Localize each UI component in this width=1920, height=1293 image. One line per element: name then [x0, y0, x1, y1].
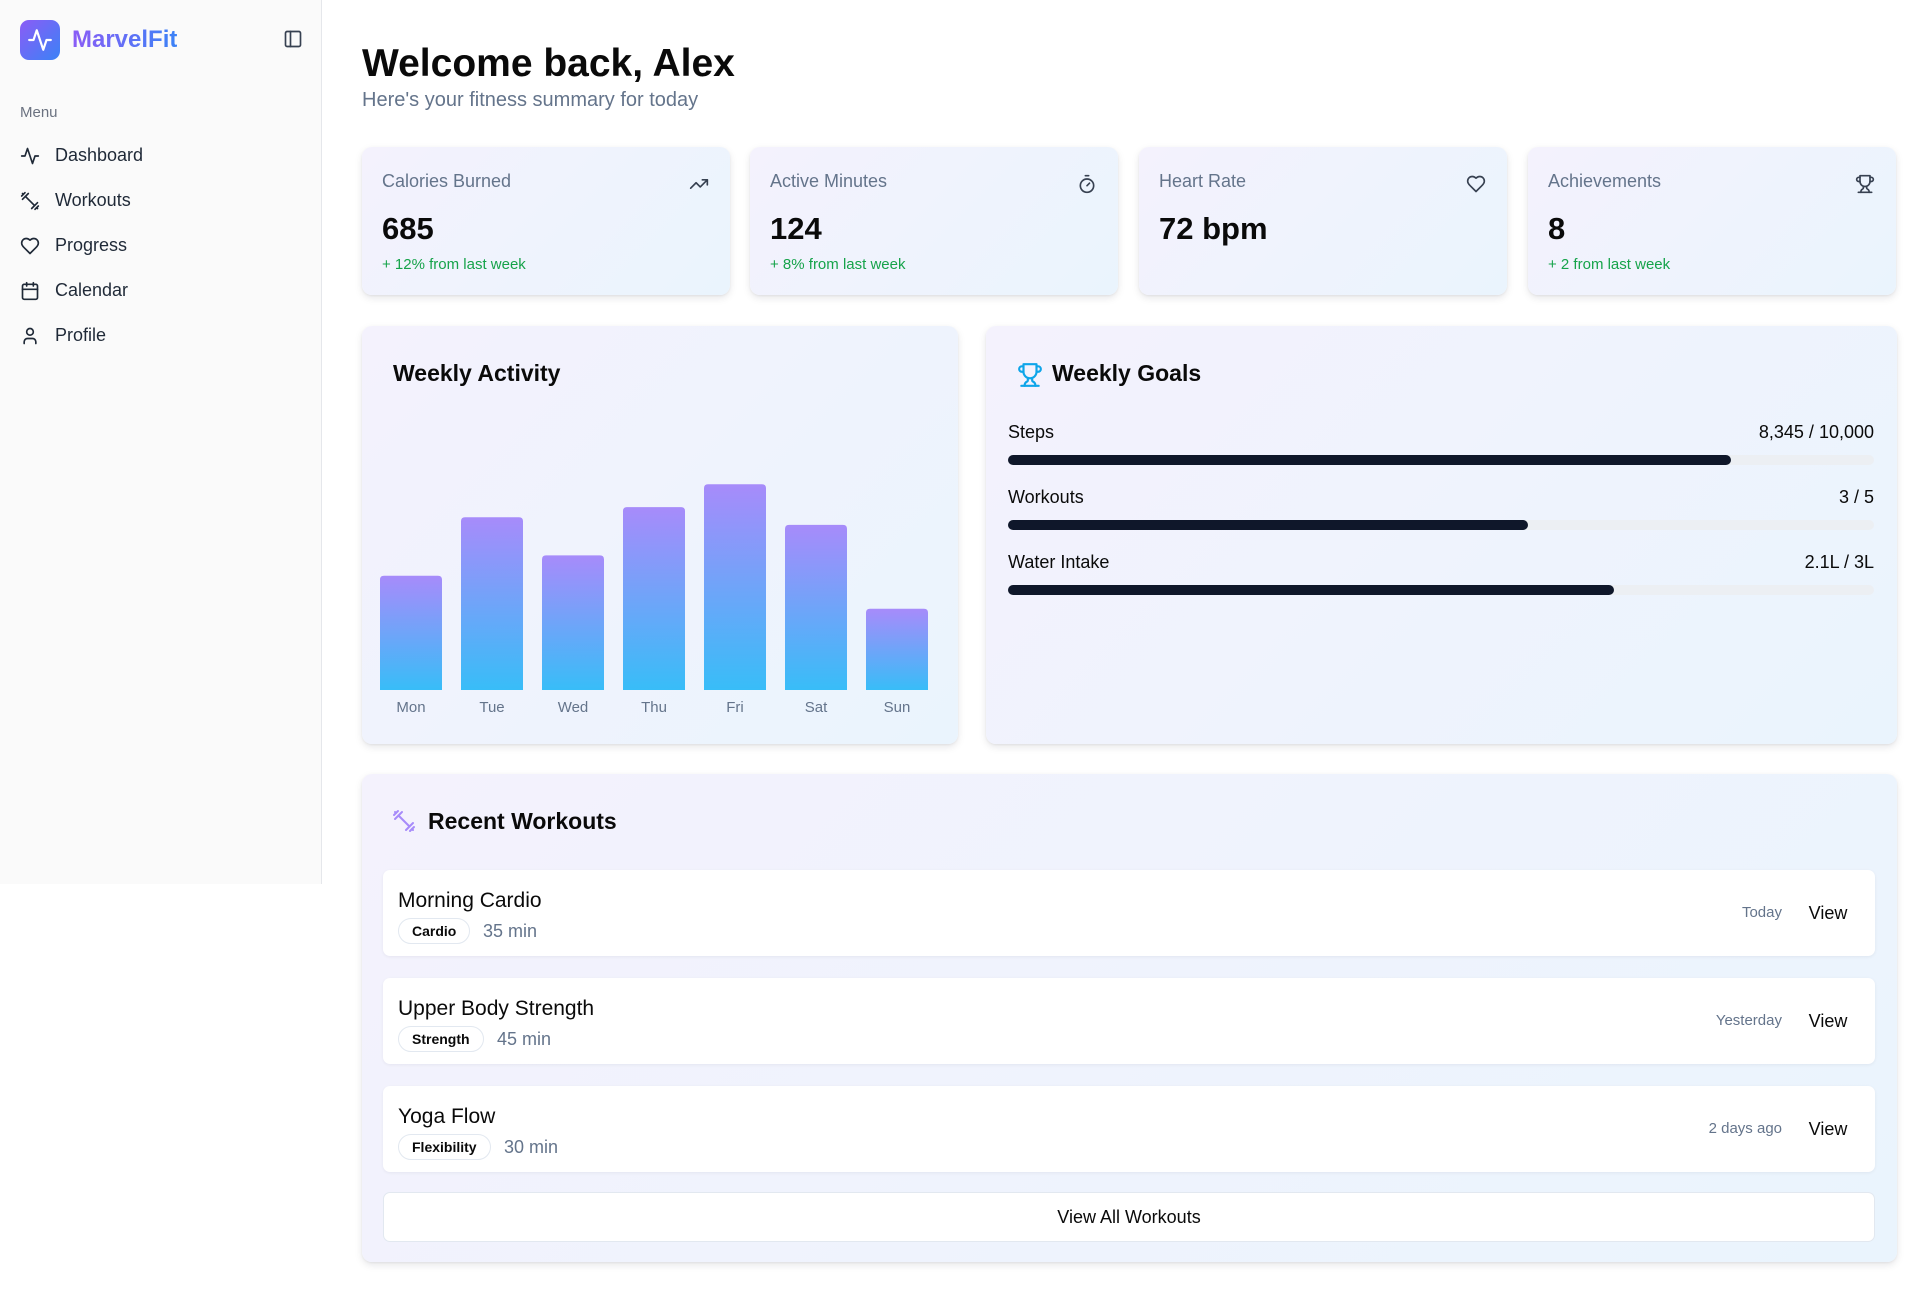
- stat-title: Calories Burned: [382, 171, 512, 191]
- chart-bar-wed: [542, 555, 604, 690]
- workout-name: Upper Body Strength: [398, 997, 595, 1020]
- chart-x-label: Tue: [479, 699, 504, 716]
- stat-delta: + 12% from last week: [382, 256, 526, 273]
- chart-x-label: Fri: [726, 699, 744, 716]
- goal-value: 2.1L / 3L: [1804, 552, 1874, 572]
- stat-card-active-minutes: Active Minutes 124 + 8% from last week: [750, 147, 1118, 295]
- sidebar-item-progress[interactable]: Progress: [20, 223, 300, 268]
- chart-bar-sun: [866, 608, 928, 690]
- activity-pulse-icon: [20, 20, 60, 60]
- dumbbell-icon: [20, 191, 40, 211]
- activity-icon: [20, 146, 40, 166]
- sidebar-item-label: Dashboard: [55, 145, 144, 165]
- sidebar: MarvelFit Menu Dashboard Workouts Progre…: [0, 0, 322, 884]
- workout-type-badge: Strength: [398, 1026, 484, 1052]
- chart-x-labels: Mon Tue Wed Thu Fri Sat Sun: [396, 699, 910, 716]
- chart-bar-tue: [461, 517, 523, 690]
- sidebar-item-label: Profile: [55, 325, 107, 345]
- timer-icon: [1076, 173, 1098, 195]
- goal-value: 8,345 / 10,000: [1758, 422, 1874, 442]
- sidebar-item-label: Calendar: [55, 280, 129, 300]
- workout-row[interactable]: Morning Cardio Cardio 35 min Today View: [383, 870, 1875, 956]
- goal-progress-track: [1008, 520, 1874, 530]
- dumbbell-icon: [391, 808, 417, 834]
- stat-title: Heart Rate: [1159, 171, 1247, 191]
- stat-value: 72 bpm: [1159, 211, 1268, 246]
- goal-label: Workouts: [1008, 487, 1084, 507]
- view-workout-button[interactable]: View: [1796, 895, 1860, 931]
- workout-row[interactable]: Yoga Flow Flexibility 30 min 2 days ago …: [383, 1086, 1875, 1172]
- stat-value: 124: [770, 211, 822, 246]
- sidebar-item-workouts[interactable]: Workouts: [20, 178, 300, 223]
- stat-delta: + 2 from last week: [1548, 256, 1671, 273]
- recent-workouts-title: Recent Workouts: [428, 808, 617, 834]
- workout-name: Morning Cardio: [398, 889, 542, 912]
- goal-label: Steps: [1008, 422, 1055, 442]
- sidebar-item-calendar[interactable]: Calendar: [20, 268, 300, 313]
- goal-progress-track: [1008, 455, 1874, 465]
- chart-bar-fri: [704, 484, 766, 690]
- user-icon: [20, 326, 40, 346]
- weekly-goals-title: Weekly Goals: [1052, 360, 1202, 386]
- goal-progress-fill: [1008, 455, 1731, 465]
- chart-x-label: Wed: [558, 699, 589, 716]
- chart-x-label: Mon: [396, 699, 425, 716]
- view-workout-button[interactable]: View: [1796, 1111, 1860, 1147]
- stat-card-heart-rate: Heart Rate 72 bpm: [1139, 147, 1507, 295]
- calendar-icon: [20, 281, 40, 301]
- stat-value: 685: [382, 211, 434, 246]
- trophy-icon: [1016, 361, 1044, 389]
- heart-icon: [1465, 173, 1487, 195]
- brand[interactable]: MarvelFit: [20, 20, 177, 60]
- workout-date: Yesterday: [1715, 1012, 1782, 1029]
- weekly-goals-card: Weekly Goals Steps 8,345 / 10,000 Workou…: [986, 326, 1897, 744]
- trophy-icon: [1854, 173, 1876, 195]
- workout-type-badge: Flexibility: [398, 1134, 491, 1160]
- goal-progress-track: [1008, 585, 1874, 595]
- workout-row[interactable]: Upper Body Strength Strength 45 min Yest…: [383, 978, 1875, 1064]
- goal-progress-fill: [1008, 585, 1615, 595]
- menu-section-label: Menu: [20, 104, 58, 121]
- page-title: Welcome back, Alex: [362, 42, 735, 85]
- page-subtitle: Here's your fitness summary for today: [362, 89, 699, 111]
- workout-date: Today: [1741, 904, 1782, 921]
- chart-bar-mon: [380, 575, 442, 690]
- goal-progress-fill: [1008, 520, 1528, 530]
- stat-value: 8: [1548, 211, 1566, 246]
- goal-value: 3 / 5: [1838, 487, 1874, 507]
- chart-bar-sat: [785, 524, 847, 690]
- view-all-workouts-button[interactable]: View All Workouts: [383, 1192, 1875, 1242]
- heart-icon: [20, 236, 40, 256]
- sidebar-nav: Dashboard Workouts Progress Calendar Pro…: [20, 133, 300, 358]
- chart-x-label: Sat: [805, 699, 828, 716]
- chart-bar-thu: [623, 507, 685, 690]
- sidebar-panel-icon[interactable]: [282, 28, 304, 50]
- sidebar-item-profile[interactable]: Profile: [20, 313, 300, 358]
- workout-duration: 35 min: [483, 921, 538, 941]
- workout-duration: 30 min: [504, 1137, 559, 1157]
- app-name: MarvelFit: [72, 26, 178, 53]
- workout-type-badge: Cardio: [398, 918, 471, 944]
- sidebar-item-label: Progress: [55, 235, 128, 255]
- workout-duration: 45 min: [497, 1029, 552, 1049]
- chart-x-label: Thu: [641, 699, 667, 716]
- stat-card-calories: Calories Burned 685 + 12% from last week: [362, 147, 730, 295]
- stat-card-achievements: Achievements 8 + 2 from last week: [1528, 147, 1896, 295]
- trending-up-icon: [688, 173, 710, 195]
- weekly-activity-card: Weekly Activity Mon Tue Wed Thu Fri Sat Sun: [362, 326, 958, 744]
- workout-date: 2 days ago: [1708, 1120, 1782, 1137]
- view-workout-button[interactable]: View: [1796, 1003, 1860, 1039]
- sidebar-item-label: Workouts: [55, 190, 131, 210]
- chart-x-label: Sun: [884, 699, 911, 716]
- recent-workouts-card: Recent Workouts Morning Cardio Cardio 35…: [362, 774, 1897, 1262]
- sidebar-item-dashboard[interactable]: Dashboard: [20, 133, 300, 178]
- stat-delta: + 8% from last week: [770, 256, 906, 273]
- chart-bars: [380, 484, 928, 690]
- stat-title: Achievements: [1548, 171, 1662, 191]
- goal-label: Water Intake: [1008, 552, 1110, 572]
- weekly-activity-chart: Mon Tue Wed Thu Fri Sat Sun: [380, 484, 928, 716]
- stat-title: Active Minutes: [770, 171, 888, 191]
- workout-name: Yoga Flow: [398, 1105, 496, 1128]
